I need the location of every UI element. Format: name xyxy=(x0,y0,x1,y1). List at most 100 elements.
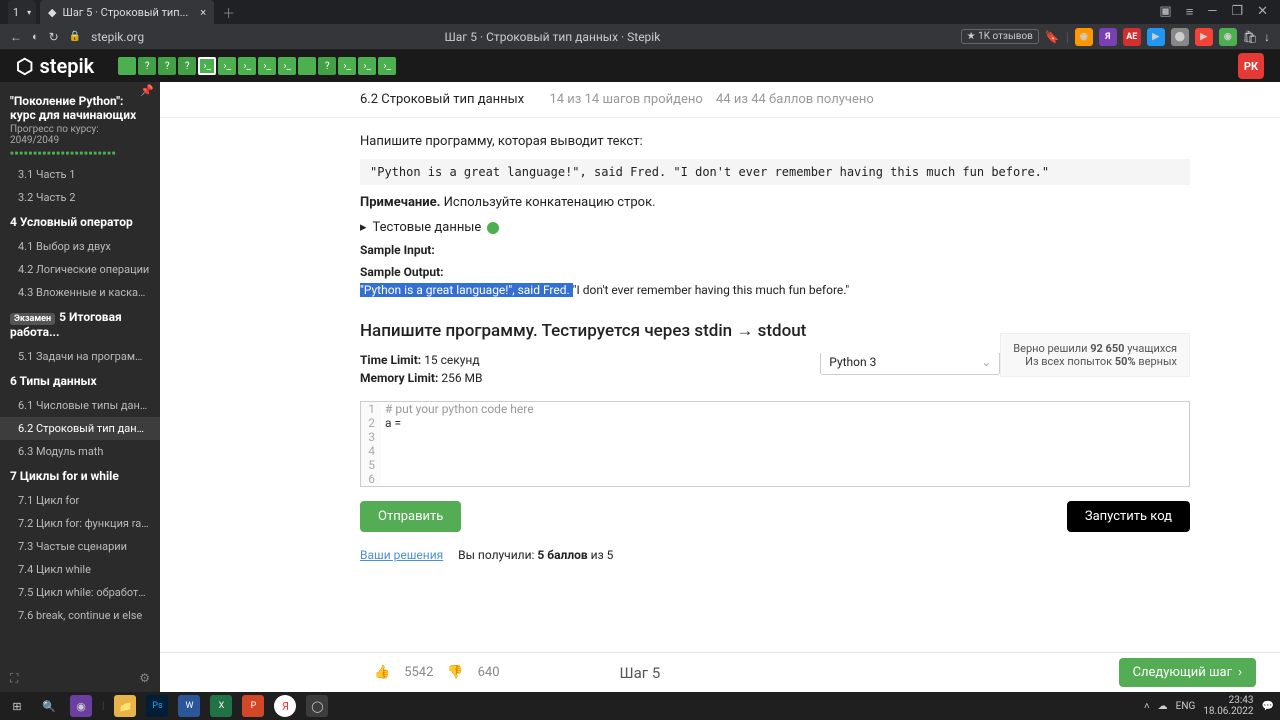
tray-chevron-icon[interactable]: ˄ xyxy=(1144,701,1150,712)
cloud-icon[interactable]: ☁ xyxy=(1158,701,1168,712)
cart-icon[interactable]: 🛍 xyxy=(1243,30,1258,44)
explorer-icon[interactable]: 📁 xyxy=(114,695,136,717)
step-tile[interactable]: ? xyxy=(138,57,156,75)
sidebar-section[interactable]: 7 Циклы for и while xyxy=(0,463,160,489)
yandex-icon[interactable]: Я xyxy=(274,695,296,717)
panel-icon[interactable]: ▣ xyxy=(1159,4,1171,20)
maximize-icon[interactable]: ❐ xyxy=(1231,4,1243,20)
test-data-label: Тестовые данные xyxy=(373,220,482,235)
menu-icon[interactable]: ≡ xyxy=(1186,4,1194,20)
profile-avatar[interactable]: РК xyxy=(1238,53,1264,79)
test-data-toggle[interactable]: ▸ Тестовые данные xyxy=(360,220,1190,235)
sidebar-item[interactable]: 6.3 Модуль math xyxy=(0,440,160,463)
settings-icon[interactable]: ⚙ xyxy=(139,671,150,686)
sidebar-item[interactable]: 3.1 Часть 1 xyxy=(0,163,160,186)
ext-icon-3[interactable]: AE xyxy=(1123,28,1141,46)
task-intro: Напишите программу, которая выводит текс… xyxy=(360,134,1190,149)
stepik-logo[interactable]: ⬡ stepik xyxy=(16,54,94,78)
step-tile-active[interactable]: ›_ xyxy=(198,57,216,75)
reload-icon[interactable]: ↻ xyxy=(49,30,59,44)
step-tile[interactable]: ›_ xyxy=(358,57,376,75)
tab-counter[interactable]: 1▾ xyxy=(8,0,36,24)
sidebar-item[interactable]: 7.6 break, continue и else xyxy=(0,604,160,627)
next-step-button[interactable]: Следующий шаг › xyxy=(1119,658,1256,687)
submit-button[interactable]: Отправить xyxy=(360,501,461,532)
new-tab-button[interactable]: ＋ xyxy=(222,3,235,22)
sidebar-item[interactable]: 6.1 Числовые типы данны... xyxy=(0,394,160,417)
sidebar-item[interactable]: 4.2 Логические операции xyxy=(0,258,160,281)
clock-time[interactable]: 23:43 xyxy=(1203,695,1253,706)
sidebar-item[interactable]: 7.2 Цикл for: функция range xyxy=(0,512,160,535)
ext-icon-6[interactable]: ▶ xyxy=(1195,28,1213,46)
close-window-icon[interactable]: ✕ xyxy=(1257,4,1268,20)
sidebar-item[interactable]: 7.1 Цикл for xyxy=(0,489,160,512)
ext-icon-2[interactable]: Я xyxy=(1099,28,1117,46)
progress-dots: ■■■■■■■■■■■■■■■■■■■■■■■ xyxy=(0,150,160,163)
ext-icon-4[interactable]: ▶ xyxy=(1147,28,1165,46)
step-tile[interactable]: ›_ xyxy=(338,57,356,75)
breadcrumb: 6.2 Строковый тип данных xyxy=(360,92,524,107)
run-button[interactable]: Запустить код xyxy=(1067,501,1190,532)
minimize-icon[interactable]: ― xyxy=(1207,4,1217,20)
your-solutions-link[interactable]: Ваши решения xyxy=(360,548,443,562)
ext-icon-5[interactable]: ⬤ xyxy=(1171,28,1189,46)
browser-tab[interactable]: ◆ Шаг 5 · Строковый тип... × xyxy=(40,0,214,24)
start-icon[interactable]: ⊞ xyxy=(6,695,28,717)
sidebar-section-exam[interactable]: Экзамен5 Итоговая работа... xyxy=(0,304,160,345)
obs-icon[interactable]: ◯ xyxy=(306,695,328,717)
sidebar-item[interactable]: 4.1 Выбор из двух xyxy=(0,235,160,258)
thumbs-down-icon[interactable]: 👎 xyxy=(447,665,463,680)
close-icon[interactable]: × xyxy=(200,6,206,19)
steps-progress: 14 из 14 шагов пройдено xyxy=(549,92,702,107)
sidebar-item[interactable]: 4.3 Вложенные и каскадн... xyxy=(0,281,160,304)
thumbs-up-icon[interactable]: 👍 xyxy=(374,665,390,680)
clock-date[interactable]: 18.06.2022 xyxy=(1203,706,1253,717)
step-tile[interactable]: ›_ xyxy=(238,57,256,75)
sample-output-value[interactable]: "Python is a great language!", said Fred… xyxy=(360,283,1190,297)
reviews-badge[interactable]: ★ 1K отзывов xyxy=(961,29,1039,44)
step-tile[interactable] xyxy=(298,57,316,75)
url-host[interactable]: stepik.org xyxy=(91,30,144,44)
photoshop-icon[interactable]: Ps xyxy=(146,695,168,717)
sidebar-item[interactable]: 5.1 Задачи на программир... xyxy=(0,345,160,368)
word-icon[interactable]: W xyxy=(178,695,200,717)
step-tile[interactable]: ? xyxy=(158,57,176,75)
sidebar-item-active[interactable]: 6.2 Строковый тип данных xyxy=(0,417,160,440)
code-editor[interactable]: 1# put your python code here 2a = 3 4 5 … xyxy=(360,401,1190,487)
ext-icon-1[interactable]: ◉ xyxy=(1075,28,1093,46)
sidebar-section[interactable]: 6 Типы данных xyxy=(0,368,160,394)
back-icon[interactable]: ← xyxy=(10,30,22,44)
step-tile[interactable]: ›_ xyxy=(278,57,296,75)
taskbar-app-1[interactable]: ◉ xyxy=(70,695,92,717)
chevron-right-icon: › xyxy=(1238,665,1242,680)
lesson-footer-bar: 👍5542 👎640 Шаг 5 Следующий шаг › xyxy=(160,652,1280,692)
lesson-content: 6.2 Строковый тип данных 14 из 14 шагов … xyxy=(160,82,1280,692)
powerpoint-icon[interactable]: P xyxy=(242,695,264,717)
step-tile[interactable] xyxy=(118,57,136,75)
step-tile[interactable]: ›_ xyxy=(258,57,276,75)
language-select[interactable]: Python 3 ⌄ xyxy=(820,353,1000,375)
browser-addressbar: ← ◐ ↻ 🔒 stepik.org Шаг 5 · Строковый тип… xyxy=(0,24,1280,50)
fullscreen-icon[interactable]: ⛶ xyxy=(10,671,18,686)
notifications-icon[interactable]: 💬 xyxy=(1262,701,1274,712)
sidebar-item[interactable]: 7.5 Цикл while: обработка ... xyxy=(0,581,160,604)
pin-icon[interactable]: 📌 xyxy=(140,84,154,97)
step-tile[interactable]: ? xyxy=(178,57,196,75)
shield-icon[interactable]: ◐ xyxy=(32,30,39,43)
tab-title: Шаг 5 · Строковый тип... xyxy=(62,6,188,19)
ext-icon-7[interactable]: ◉ xyxy=(1219,28,1237,46)
sample-output-label: Sample Output: xyxy=(360,265,1190,279)
sidebar-item[interactable]: 7.3 Частые сценарии xyxy=(0,535,160,558)
keyboard-lang[interactable]: ENG xyxy=(1176,701,1196,712)
bookmark-icon[interactable]: 🔖 xyxy=(1045,30,1060,44)
search-icon[interactable]: 🔍 xyxy=(38,695,60,717)
sidebar-item[interactable]: 3.2 Часть 2 xyxy=(0,186,160,209)
step-tile[interactable]: ›_ xyxy=(378,57,396,75)
download-icon[interactable]: ↓ xyxy=(1264,30,1270,44)
excel-icon[interactable]: X xyxy=(210,695,232,717)
task-expected-output: "Python is a great language!", said Fred… xyxy=(360,159,1190,185)
sidebar-item[interactable]: 7.4 Цикл while xyxy=(0,558,160,581)
step-tile[interactable]: ? xyxy=(318,57,336,75)
step-tile[interactable]: ›_ xyxy=(218,57,236,75)
sidebar-section[interactable]: 4 Условный оператор xyxy=(0,209,160,235)
